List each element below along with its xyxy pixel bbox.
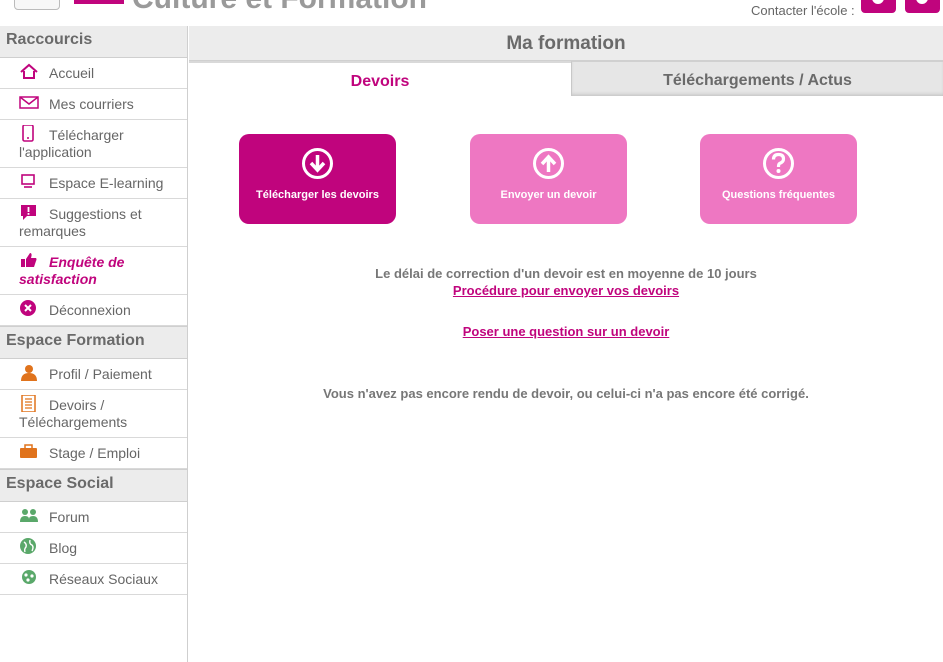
sidebar-item-forum[interactable]: Forum: [0, 502, 187, 533]
sidebar-item-label: Devoirs / Téléchargements: [19, 397, 128, 430]
download-assignments-button[interactable]: Télécharger les devoirs: [239, 134, 396, 224]
sidebar-item-label: Blog: [49, 540, 78, 556]
sidebar-item-label: Stage / Emploi: [49, 445, 141, 461]
user-icon: [19, 364, 39, 381]
no-assignment-status: Vous n'avez pas encore rendu de devoir, …: [323, 386, 809, 401]
question-line: Poser une question sur un devoir: [189, 324, 943, 339]
users-icon: [19, 507, 39, 524]
sidebar-item-label: Forum: [49, 509, 90, 525]
sidebar-item-profil-paiement[interactable]: Profil / Paiement: [0, 359, 187, 390]
tile-label: Envoyer un devoir: [500, 189, 597, 201]
phone-icon: [872, 0, 884, 4]
ask-question-link[interactable]: Poser une question sur un devoir: [463, 324, 670, 339]
phone-contact-button[interactable]: [861, 0, 896, 13]
sidebar-item-label: Suggestions et remarques: [19, 206, 142, 239]
procedure-link[interactable]: Procédure pour envoyer vos devoirs: [453, 283, 679, 298]
thumbs-up-icon: [19, 252, 39, 269]
home-icon: [19, 63, 39, 80]
sidebar-item-enquete-satisfaction[interactable]: Enquête de satisfaction: [0, 247, 187, 295]
top-bar: Culture et Formation Contacter l'école :: [0, 0, 943, 26]
submit-assignment-button[interactable]: Envoyer un devoir: [470, 134, 627, 224]
correction-delay-text: Le délai de correction d'un devoir est e…: [375, 266, 757, 281]
section-title-espace-social: Espace Social: [0, 469, 187, 502]
sidebar-item-label: Profil / Paiement: [49, 366, 152, 382]
logout-icon: [19, 300, 39, 317]
sidebar-item-espace-elearning[interactable]: Espace E-learning: [0, 168, 187, 199]
sidebar-item-devoirs-telechargements[interactable]: Devoirs / Téléchargements: [0, 390, 187, 438]
sidebar-item-blog[interactable]: Blog: [0, 533, 187, 564]
sidebar-item-deconnexion[interactable]: Déconnexion: [0, 295, 187, 326]
tab-bar: Devoirs Téléchargements / Actus: [189, 61, 943, 96]
sidebar-item-label: Réseaux Sociaux: [49, 571, 158, 587]
main-content: Ma formation Devoirs Téléchargements / A…: [189, 26, 943, 662]
network-icon: [19, 569, 39, 586]
mail-contact-button[interactable]: [905, 0, 940, 13]
sidebar-item-label: Télécharger l'application: [19, 127, 124, 160]
mail-icon: [916, 0, 928, 4]
sidebar-item-telecharger-application[interactable]: Télécharger l'application: [0, 120, 187, 168]
tile-label: Télécharger les devoirs: [256, 189, 379, 201]
section-title-espace-formation: Espace Formation: [0, 326, 187, 359]
comment-alert-icon: [19, 204, 39, 221]
sidebar-item-suggestions[interactable]: Suggestions et remarques: [0, 199, 187, 247]
sidebar-item-accueil[interactable]: Accueil: [0, 58, 187, 89]
globe-icon: [19, 538, 39, 555]
question-circle-icon: [762, 147, 795, 180]
tile-label: Questions fréquentes: [721, 189, 836, 201]
smartphone-icon: [19, 125, 39, 142]
sidebar-item-label: Espace E-learning: [49, 175, 164, 191]
briefcase-icon: [19, 443, 39, 460]
monitor-icon: [19, 173, 39, 190]
section-title-raccourcis: Raccourcis: [0, 26, 187, 58]
procedure-line: Procédure pour envoyer vos devoirs: [189, 283, 943, 298]
envelope-icon: [19, 94, 39, 111]
sidebar-item-mes-courriers[interactable]: Mes courriers: [0, 89, 187, 120]
sidebar: Raccourcis Accueil Mes courriers Télécha…: [0, 26, 188, 662]
faq-button[interactable]: Questions fréquentes: [700, 134, 857, 224]
logo[interactable]: [74, 0, 124, 4]
download-circle-icon: [301, 147, 334, 180]
hamburger-menu-button[interactable]: [14, 0, 60, 10]
sidebar-item-label: Mes courriers: [49, 96, 134, 112]
sidebar-item-label: Déconnexion: [49, 302, 131, 318]
sidebar-item-label: Accueil: [49, 65, 95, 81]
upload-circle-icon: [532, 147, 565, 180]
document-icon: [19, 395, 39, 412]
site-title[interactable]: Culture et Formation: [132, 0, 427, 16]
tab-telechargements-actus[interactable]: Téléchargements / Actus: [571, 61, 943, 96]
sidebar-item-label: Enquête de satisfaction: [19, 254, 125, 287]
sidebar-item-stage-emploi[interactable]: Stage / Emploi: [0, 438, 187, 469]
page-title: Ma formation: [189, 26, 943, 61]
sidebar-item-reseaux-sociaux[interactable]: Réseaux Sociaux: [0, 564, 187, 595]
contact-label: Contacter l'école :: [751, 3, 855, 18]
tab-devoirs[interactable]: Devoirs: [189, 61, 571, 96]
